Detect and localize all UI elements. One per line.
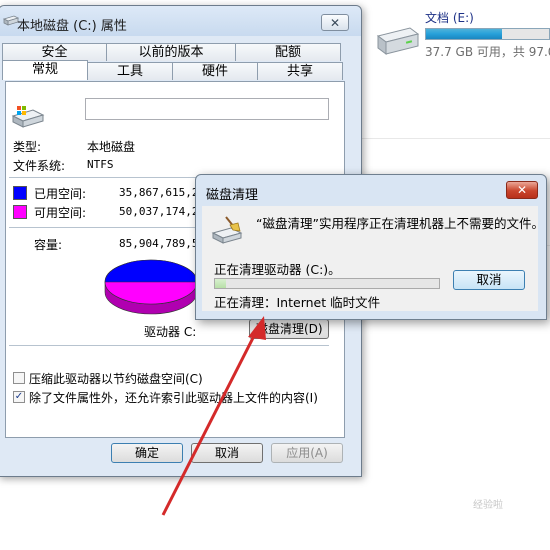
free-space-value: 50,037,174,27 — [119, 205, 206, 218]
cleanup-drive-status: 正在清理驱动器 (C:)。 — [214, 262, 341, 277]
tab-general[interactable]: 常规 — [2, 60, 88, 80]
type-value: 本地磁盘 — [87, 140, 136, 154]
type-label: 类型: — [13, 140, 42, 154]
capacity-label: 容量: — [34, 238, 63, 252]
filesystem-value: NTFS — [87, 158, 114, 171]
cleanup-progress-fill — [215, 279, 227, 288]
cleanup-cancel-button[interactable]: 取消 — [453, 270, 525, 290]
tab-sharing[interactable]: 共享 — [257, 62, 343, 80]
disk-cleanup-button[interactable]: 磁盘清理(D) — [249, 319, 329, 339]
tab-hardware[interactable]: 硬件 — [172, 62, 258, 80]
drive-e-usage-fill — [426, 29, 503, 39]
cleanup-message: “磁盘清理”实用程序正在清理机器上不需要的文件。 — [256, 216, 544, 231]
tab-tools[interactable]: 工具 — [87, 62, 173, 80]
disk-cleanup-icon — [211, 216, 243, 244]
properties-title: 本地磁盘 (C:) 属性 — [17, 19, 127, 34]
filesystem-label: 文件系统: — [13, 159, 66, 173]
cancel-button[interactable]: 取消 — [191, 443, 263, 463]
used-space-label: 已用空间: — [34, 187, 87, 201]
drive-letter-label: 驱动器 C: — [144, 325, 197, 339]
divider — [345, 138, 550, 139]
disk-cleanup-dialog: 磁盘清理 ✕ “磁盘清理”实用程序正在清理机器上不需要的文件。 正在清理驱动器 … — [195, 174, 547, 320]
free-space-swatch — [13, 205, 27, 219]
capacity-value: 85,904,789,50 — [119, 237, 206, 250]
disk-usage-pie-chart — [104, 259, 198, 315]
used-space-swatch — [13, 186, 27, 200]
divider — [9, 345, 329, 346]
ok-button[interactable]: 确定 — [111, 443, 183, 463]
close-button[interactable]: ✕ — [321, 14, 349, 31]
watermark: 经验啦 — [473, 500, 503, 511]
compress-checkbox[interactable] — [13, 372, 25, 384]
compress-label[interactable]: 压缩此驱动器以节约磁盘空间(C) — [29, 370, 203, 387]
cleanup-dialog-title: 磁盘清理 — [206, 188, 259, 203]
pie-slice-used — [104, 259, 198, 283]
drive-name-input[interactable] — [85, 98, 329, 120]
tab-security[interactable]: 安全 — [2, 43, 107, 61]
free-space-label: 可用空间: — [34, 206, 87, 220]
cleanup-current-task: 正在清理：Internet 临时文件 — [214, 295, 381, 310]
cleanup-progress-bar — [214, 278, 440, 289]
drive-e-usage-bar — [425, 28, 550, 40]
close-button[interactable]: ✕ — [506, 181, 538, 199]
windows-drive-icon — [11, 106, 45, 128]
drive-e-space-text: 37.7 GB 可用，共 97.0 — [425, 45, 550, 59]
index-label[interactable]: 除了文件属性外，还允许索引此驱动器上文件的内容(I) — [29, 389, 318, 406]
tab-previous-versions[interactable]: 以前的版本 — [106, 43, 236, 61]
properties-titlebar[interactable]: 本地磁盘 (C:) 属性 ✕ — [0, 6, 361, 36]
hard-drive-icon — [376, 27, 420, 55]
apply-button[interactable]: 应用(A) — [271, 443, 343, 463]
index-checkbox[interactable]: ✓ — [13, 391, 25, 403]
tab-quota[interactable]: 配额 — [235, 43, 341, 61]
drive-e-name[interactable]: 文档 (E:) — [425, 9, 474, 26]
used-space-value: 35,867,615,23 — [119, 186, 206, 199]
